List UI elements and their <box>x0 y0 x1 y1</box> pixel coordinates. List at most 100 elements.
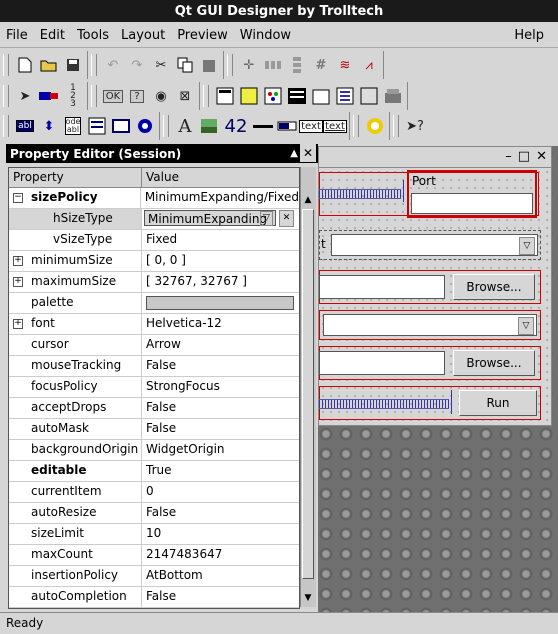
property-value[interactable]: False <box>142 419 299 439</box>
cut-icon[interactable]: ✂ <box>150 54 172 76</box>
column-header-value[interactable]: Value <box>142 168 299 187</box>
adjust-size-icon[interactable]: ✛ <box>238 54 260 76</box>
property-row[interactable]: + maximumSize [ 32767, 32767 ] <box>9 272 299 293</box>
property-value[interactable]: [ 0, 0 ] <box>142 251 299 271</box>
property-row[interactable]: insertionPolicy AtBottom <box>9 566 299 587</box>
property-value[interactable]: False <box>142 587 299 607</box>
combo-box-1[interactable]: ▽ <box>331 234 538 256</box>
break-layout-icon[interactable]: ⩘ <box>358 54 380 76</box>
minimize-icon[interactable]: – <box>505 149 512 164</box>
property-row[interactable]: + font Helvetica-12 <box>9 314 299 335</box>
property-scrollbar[interactable]: ▲ ▼ <box>300 167 316 607</box>
size-type-combo[interactable]: MinimumExpanding ▽ <box>144 210 276 226</box>
property-row[interactable]: vSizeType Fixed <box>9 230 299 251</box>
scrollbar-thumb[interactable] <box>302 209 314 579</box>
text-edit-icon[interactable]: ode abl <box>62 115 84 137</box>
property-row[interactable]: duplicatesEnabledTrue <box>9 608 299 609</box>
property-row[interactable]: maxCount 2147483647 <box>9 545 299 566</box>
tab-widget-icon[interactable] <box>310 85 332 107</box>
column-header-property[interactable]: Property <box>9 168 142 187</box>
property-row[interactable]: acceptDrops False <box>9 398 299 419</box>
property-value[interactable]: 10 <box>142 524 299 544</box>
property-row[interactable]: palette <box>9 293 299 314</box>
property-row[interactable]: backgroundOrigin WidgetOrigin <box>9 440 299 461</box>
palette-swatch[interactable] <box>146 296 294 310</box>
property-row[interactable]: hSizeType MinimumExpanding ▽ ✕ <box>9 209 299 230</box>
property-value[interactable]: AtBottom <box>142 566 299 586</box>
slider-1[interactable] <box>319 189 401 199</box>
toolbar-grip[interactable] <box>3 85 9 107</box>
whats-this-icon[interactable]: ➤? <box>404 115 426 137</box>
menu-help[interactable]: Help <box>508 28 550 43</box>
tool-button-icon[interactable]: ? <box>126 85 148 107</box>
toolbar-grip[interactable] <box>393 115 399 137</box>
path-input-2[interactable] <box>319 351 445 375</box>
radio-button-icon[interactable]: ◉ <box>150 85 172 107</box>
maximize-icon[interactable]: □ <box>518 149 530 164</box>
property-value[interactable]: [ 32767, 32767 ] <box>142 272 299 292</box>
icon-view-icon[interactable] <box>110 115 132 137</box>
toolbar-grip[interactable] <box>227 54 233 76</box>
progress-bar-icon[interactable] <box>276 115 298 137</box>
menu-file[interactable]: File <box>0 28 34 43</box>
property-row[interactable]: mouseTracking False <box>9 356 299 377</box>
expand-icon[interactable]: + <box>13 319 23 329</box>
property-row[interactable]: + minimumSize [ 0, 0 ] <box>9 251 299 272</box>
expand-icon[interactable]: + <box>13 256 23 266</box>
property-row[interactable]: focusPolicy StrongFocus <box>9 377 299 398</box>
save-icon[interactable] <box>62 54 84 76</box>
pointer-icon[interactable]: ➤ <box>14 85 36 107</box>
undo-icon[interactable]: ↶ <box>102 54 124 76</box>
property-value[interactable]: False <box>142 503 299 523</box>
property-value[interactable]: StrongFocus <box>142 377 299 397</box>
chevron-down-icon[interactable]: ▽ <box>519 237 535 255</box>
property-value[interactable]: True <box>142 461 299 481</box>
property-value[interactable]: Helvetica-12 <box>142 314 299 334</box>
copy-icon[interactable] <box>174 54 196 76</box>
reset-icon[interactable]: ✕ <box>279 210 294 227</box>
lcd-number-icon[interactable]: 42 <box>222 115 250 137</box>
open-folder-icon[interactable] <box>38 54 60 76</box>
push-button-icon[interactable]: OK <box>102 85 124 107</box>
horizontal-splitter-icon[interactable]: ≋ <box>334 54 356 76</box>
pixmap-label-icon[interactable] <box>198 115 220 137</box>
expand-icon[interactable]: + <box>13 277 23 287</box>
property-value[interactable]: False <box>142 398 299 418</box>
form-titlebar[interactable]: – □ ✕ <box>319 147 551 168</box>
property-value[interactable]: MinimumExpanding/Fixed <box>141 188 299 208</box>
dial-icon[interactable] <box>134 115 156 137</box>
text-label-icon[interactable]: A <box>174 115 196 137</box>
close-icon[interactable]: ✕ <box>300 144 316 162</box>
browse-button-1[interactable]: Browse... <box>453 274 535 300</box>
redo-icon[interactable]: ↷ <box>126 54 148 76</box>
property-value[interactable]: 0 <box>142 482 299 502</box>
tool-box-icon[interactable] <box>382 85 404 107</box>
list-box-icon[interactable] <box>334 85 356 107</box>
collapse-icon[interactable]: ▲ <box>290 144 298 163</box>
property-value[interactable]: False <box>142 356 299 376</box>
scroll-down-icon[interactable]: ▼ <box>302 591 314 605</box>
text-view-icon[interactable]: text <box>299 115 323 137</box>
property-row[interactable]: autoCompletion False <box>9 587 299 608</box>
property-value[interactable]: MinimumExpanding ▽ ✕ <box>142 209 299 229</box>
custom-widget-icon[interactable] <box>364 115 386 137</box>
toolbar-grip[interactable] <box>91 54 97 76</box>
text-browser-icon[interactable]: text <box>323 115 347 137</box>
property-row[interactable]: currentItem 0 <box>9 482 299 503</box>
lay-out-grid-icon[interactable]: # <box>310 54 332 76</box>
chevron-down-icon[interactable]: ▽ <box>518 317 534 335</box>
property-row[interactable]: autoResize False <box>9 503 299 524</box>
form-canvas[interactable]: Port t ▽ Browse... ▽ Browse... Run <box>319 168 549 423</box>
browse-button-2[interactable]: Browse... <box>453 350 535 376</box>
close-icon[interactable]: ✕ <box>536 149 547 164</box>
toolbar-grip[interactable] <box>163 115 169 137</box>
collapse-icon[interactable]: − <box>13 193 23 203</box>
property-row[interactable]: editable True <box>9 461 299 482</box>
menu-edit[interactable]: Edit <box>34 28 71 43</box>
button-group-icon[interactable] <box>238 85 260 107</box>
menu-window[interactable]: Window <box>234 28 297 43</box>
property-value[interactable] <box>142 293 299 313</box>
port-input[interactable] <box>411 193 533 214</box>
property-editor-titlebar[interactable]: Property Editor (Session) ▲ ✕ <box>6 144 318 163</box>
property-row[interactable]: autoMask False <box>9 419 299 440</box>
